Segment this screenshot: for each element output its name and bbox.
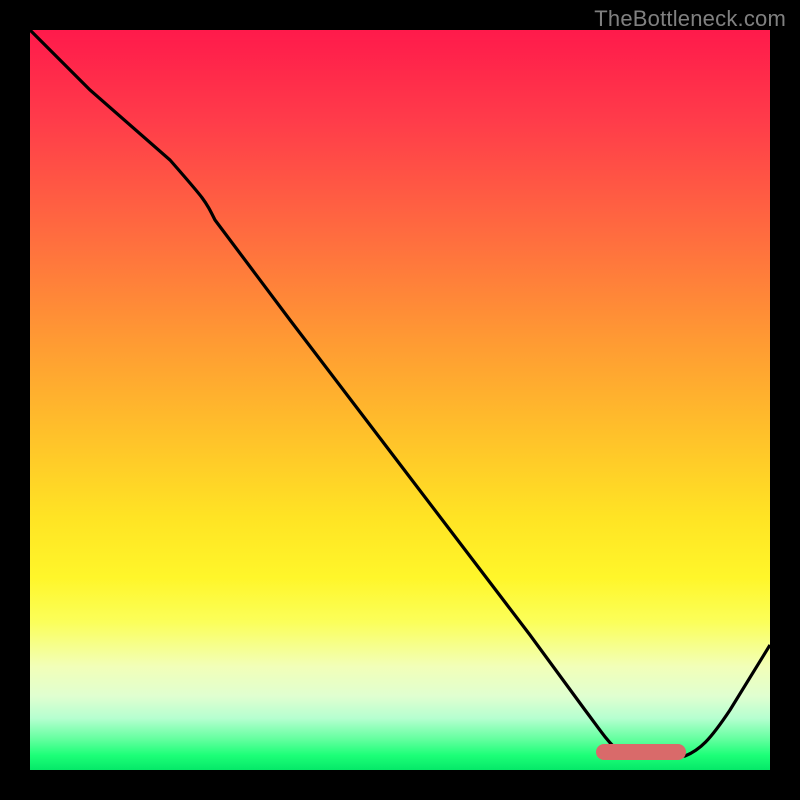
attribution-text: TheBottleneck.com [594, 6, 786, 32]
optimal-range-marker [596, 744, 686, 760]
curve-layer [30, 30, 770, 770]
bottleneck-curve [30, 30, 770, 758]
bottleneck-chart: TheBottleneck.com [0, 0, 800, 800]
plot-area [30, 30, 770, 770]
